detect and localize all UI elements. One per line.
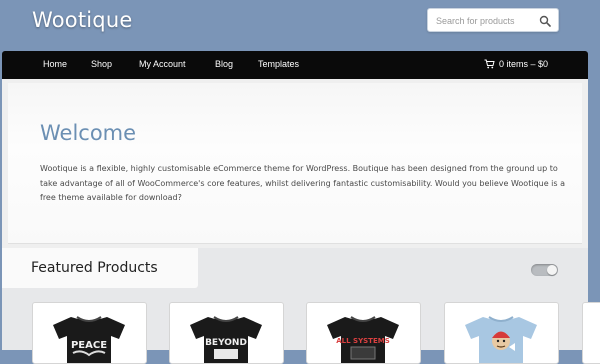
- product-image: ALL SYSTEMS: [327, 316, 399, 363]
- product-image: BEYOND: [190, 316, 262, 363]
- cart-icon: [484, 59, 495, 69]
- cart-summary: 0 items – $0: [499, 59, 549, 69]
- nav-item-home[interactable]: Home: [43, 59, 67, 69]
- product-image: PEACE: [53, 316, 125, 363]
- nav-item-blog[interactable]: Blog: [215, 59, 233, 69]
- featured-tab: Featured Products: [2, 248, 198, 288]
- product-card-peace[interactable]: PEACE: [32, 302, 147, 364]
- toggle-switch[interactable]: [531, 264, 558, 276]
- page-title: Welcome: [40, 121, 137, 145]
- nav-item-my-account[interactable]: My Account: [139, 59, 186, 69]
- featured-section: Featured Products PEACE BEYOND ALL SYSTE…: [2, 248, 600, 364]
- shirt-print-text: BEYOND: [205, 338, 247, 348]
- product-card-beyond[interactable]: BEYOND: [169, 302, 284, 364]
- product-card-all-systems[interactable]: ALL SYSTEMS: [306, 302, 421, 364]
- main-navigation: Home Shop My Account Blog Templates 0 it…: [2, 51, 588, 79]
- featured-title: Featured Products: [31, 260, 158, 276]
- product-image: [465, 316, 537, 363]
- shirt-print-text: ALL SYSTEMS: [336, 337, 390, 345]
- welcome-text: Wootique is a flexible, highly customisa…: [40, 164, 566, 202]
- welcome-panel: Welcome Wootique is a flexible, highly c…: [8, 83, 582, 244]
- search-box[interactable]: [427, 8, 559, 32]
- shirt-print-text: PEACE: [71, 340, 107, 351]
- page-content: Welcome Wootique is a flexible, highly c…: [2, 79, 600, 364]
- nav-item-templates[interactable]: Templates: [258, 59, 299, 69]
- search-input[interactable]: [434, 12, 538, 30]
- nav-item-shop[interactable]: Shop: [91, 59, 112, 69]
- product-card-partial[interactable]: [582, 302, 600, 364]
- site-title[interactable]: Wootique: [32, 8, 132, 32]
- toggle-knob: [547, 265, 557, 275]
- product-card-blue-tee[interactable]: [444, 302, 559, 364]
- search-icon[interactable]: [539, 14, 551, 27]
